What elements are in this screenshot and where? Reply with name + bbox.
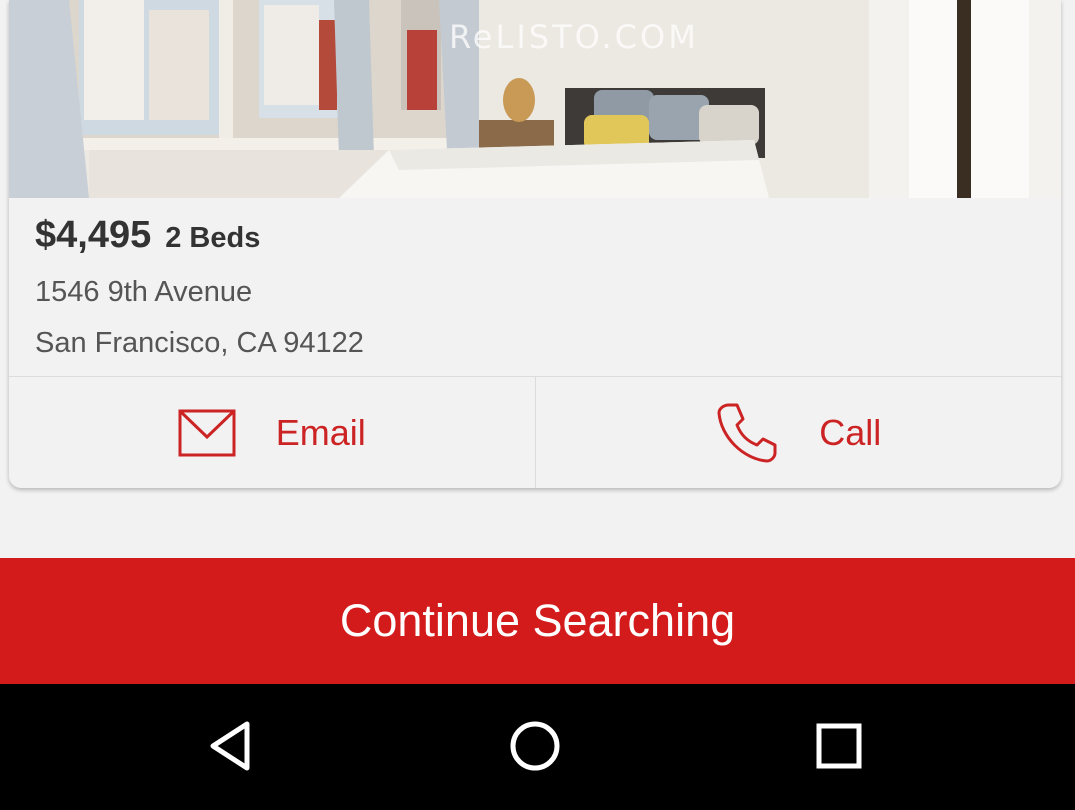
recents-button[interactable] (799, 706, 879, 786)
contact-actions: Email Call (9, 376, 1061, 488)
email-label: Email (275, 412, 366, 453)
call-button[interactable]: Call (534, 377, 1062, 488)
phone-icon (715, 401, 779, 465)
envelope-icon (178, 409, 236, 457)
email-button[interactable]: Email (9, 377, 535, 488)
back-button[interactable] (191, 706, 271, 786)
home-button[interactable] (495, 706, 575, 786)
address-line-2: San Francisco, CA 94122 (35, 327, 364, 359)
listing-card[interactable]: ReLISTO.COM $4,495 2 Beds 1546 9th Avenu… (9, 0, 1061, 488)
android-nav-bar (0, 684, 1075, 810)
listing-beds: 2 Beds (165, 222, 261, 254)
call-label: Call (819, 412, 882, 453)
address-line-1: 1546 9th Avenue (35, 276, 253, 308)
continue-searching-button[interactable]: Continue Searching (0, 558, 1075, 684)
price-row: $4,495 2 Beds (35, 214, 260, 257)
photo-watermark: ReLISTO.COM (449, 18, 699, 56)
recents-square-icon (816, 723, 862, 769)
listing-photo[interactable]: ReLISTO.COM (9, 0, 1061, 198)
home-circle-icon (510, 721, 560, 771)
back-triangle-icon (210, 721, 250, 771)
listing-price: $4,495 (35, 214, 152, 256)
